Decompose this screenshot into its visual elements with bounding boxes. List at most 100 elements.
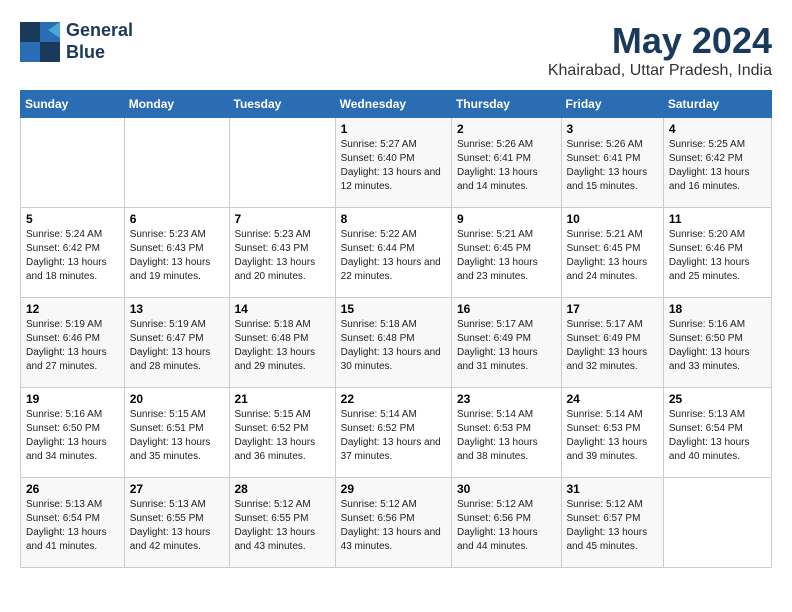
day-info: Sunrise: 5:16 AMSunset: 6:50 PMDaylight:… [26, 409, 107, 462]
title-area: May 2024 Khairabad, Uttar Pradesh, India [548, 20, 772, 80]
calendar-week-row: 26Sunrise: 5:13 AMSunset: 6:54 PMDayligh… [21, 478, 772, 568]
calendar-cell: 12 Sunrise: 5:19 AMSunset: 6:46 PMDayligh… [21, 298, 125, 388]
day-info: Sunrise: 5:23 AMSunset: 6:43 PMDaylight:… [130, 229, 211, 282]
day-info: Sunrise: 5:21 AMSunset: 6:45 PMDaylight:… [457, 229, 538, 282]
day-number: 11 [669, 212, 766, 226]
calendar-cell: 21Sunrise: 5:15 AMSunset: 6:52 PMDayligh… [229, 388, 335, 478]
day-info: Sunrise: 5:22 AMSunset: 6:44 PMDaylight:… [341, 229, 441, 282]
calendar-week-row: 1Sunrise: 5:27 AMSunset: 6:40 PMDaylight… [21, 118, 772, 208]
day-number: 2 [457, 122, 556, 136]
calendar-cell [21, 118, 125, 208]
day-info: Sunrise: 5:14 AMSunset: 6:52 PMDaylight:… [341, 409, 441, 462]
day-number: 16 [457, 302, 556, 316]
logo-line2: Blue [66, 42, 105, 62]
main-title: May 2024 [548, 20, 772, 62]
day-info: Sunrise: 5:18 AMSunset: 6:48 PMDaylight:… [341, 319, 441, 372]
calendar-cell: 23 Sunrise: 5:14 AMSunset: 6:53 PMDayligh… [451, 388, 561, 478]
day-info: Sunrise: 5:17 AMSunset: 6:49 PMDaylight:… [457, 319, 538, 372]
day-info: Sunrise: 5:19 AMSunset: 6:47 PMDaylight:… [130, 319, 211, 372]
day-info: Sunrise: 5:19 AMSunset: 6:46 PMDaylight:… [26, 319, 107, 372]
calendar-cell: 19 Sunrise: 5:16 AMSunset: 6:50 PMDayligh… [21, 388, 125, 478]
calendar-cell: 30Sunrise: 5:12 AMSunset: 6:56 PMDayligh… [451, 478, 561, 568]
day-number: 24 [567, 392, 658, 406]
day-info: Sunrise: 5:26 AMSunset: 6:41 PMDaylight:… [567, 139, 648, 192]
calendar-body: 1Sunrise: 5:27 AMSunset: 6:40 PMDaylight… [21, 118, 772, 568]
day-number: 6 [130, 212, 224, 226]
calendar-cell: 27 Sunrise: 5:13 AMSunset: 6:55 PMDayligh… [124, 478, 229, 568]
day-info: Sunrise: 5:26 AMSunset: 6:41 PMDaylight:… [457, 139, 538, 192]
calendar-cell: 5 Sunrise: 5:24 AMSunset: 6:42 PMDaylight… [21, 208, 125, 298]
calendar-cell: 11 Sunrise: 5:20 AMSunset: 6:46 PMDayligh… [663, 208, 771, 298]
calendar-cell [229, 118, 335, 208]
calendar-cell: 20 Sunrise: 5:15 AMSunset: 6:51 PMDayligh… [124, 388, 229, 478]
day-number: 8 [341, 212, 446, 226]
day-number: 26 [26, 482, 119, 496]
logo-icon [20, 22, 60, 62]
calendar-table: Sunday Monday Tuesday Wednesday Thursday… [20, 90, 772, 568]
day-info: Sunrise: 5:15 AMSunset: 6:52 PMDaylight:… [235, 409, 316, 462]
calendar-cell: 16 Sunrise: 5:17 AMSunset: 6:49 PMDayligh… [451, 298, 561, 388]
day-info: Sunrise: 5:13 AMSunset: 6:54 PMDaylight:… [669, 409, 750, 462]
header-sunday: Sunday [21, 91, 125, 118]
calendar-cell: 15Sunrise: 5:18 AMSunset: 6:48 PMDayligh… [335, 298, 451, 388]
day-info: Sunrise: 5:25 AMSunset: 6:42 PMDaylight:… [669, 139, 750, 192]
day-number: 22 [341, 392, 446, 406]
day-info: Sunrise: 5:15 AMSunset: 6:51 PMDaylight:… [130, 409, 211, 462]
calendar-cell: 28 Sunrise: 5:12 AMSunset: 6:55 PMDayligh… [229, 478, 335, 568]
calendar-week-row: 5 Sunrise: 5:24 AMSunset: 6:42 PMDaylight… [21, 208, 772, 298]
calendar-cell: 17 Sunrise: 5:17 AMSunset: 6:49 PMDayligh… [561, 298, 663, 388]
day-number: 1 [341, 122, 446, 136]
calendar-cell: 4 Sunrise: 5:25 AMSunset: 6:42 PMDaylight… [663, 118, 771, 208]
day-number: 10 [567, 212, 658, 226]
day-number: 20 [130, 392, 224, 406]
calendar-cell: 10 Sunrise: 5:21 AMSunset: 6:45 PMDayligh… [561, 208, 663, 298]
day-info: Sunrise: 5:20 AMSunset: 6:46 PMDaylight:… [669, 229, 750, 282]
header-friday: Friday [561, 91, 663, 118]
day-number: 17 [567, 302, 658, 316]
calendar-cell: 26Sunrise: 5:13 AMSunset: 6:54 PMDayligh… [21, 478, 125, 568]
calendar-cell: 8 Sunrise: 5:22 AMSunset: 6:44 PMDaylight… [335, 208, 451, 298]
day-number: 23 [457, 392, 556, 406]
day-number: 18 [669, 302, 766, 316]
day-info: Sunrise: 5:12 AMSunset: 6:57 PMDaylight:… [567, 499, 648, 552]
day-info: Sunrise: 5:14 AMSunset: 6:53 PMDaylight:… [567, 409, 648, 462]
day-number: 31 [567, 482, 658, 496]
day-info: Sunrise: 5:12 AMSunset: 6:56 PMDaylight:… [341, 499, 441, 552]
day-number: 28 [235, 482, 330, 496]
day-number: 14 [235, 302, 330, 316]
day-info: Sunrise: 5:21 AMSunset: 6:45 PMDaylight:… [567, 229, 648, 282]
calendar-cell: 31 Sunrise: 5:12 AMSunset: 6:57 PMDayligh… [561, 478, 663, 568]
page-header: General Blue May 2024 Khairabad, Uttar P… [20, 20, 772, 80]
day-info: Sunrise: 5:16 AMSunset: 6:50 PMDaylight:… [669, 319, 750, 372]
header-tuesday: Tuesday [229, 91, 335, 118]
day-info: Sunrise: 5:12 AMSunset: 6:55 PMDaylight:… [235, 499, 316, 552]
day-number: 19 [26, 392, 119, 406]
calendar-cell [663, 478, 771, 568]
day-info: Sunrise: 5:14 AMSunset: 6:53 PMDaylight:… [457, 409, 538, 462]
weekday-header-row: Sunday Monday Tuesday Wednesday Thursday… [21, 91, 772, 118]
header-saturday: Saturday [663, 91, 771, 118]
day-number: 3 [567, 122, 658, 136]
day-number: 4 [669, 122, 766, 136]
header-monday: Monday [124, 91, 229, 118]
day-number: 5 [26, 212, 119, 226]
day-number: 12 [26, 302, 119, 316]
logo-text: General Blue [66, 20, 133, 63]
header-thursday: Thursday [451, 91, 561, 118]
day-number: 30 [457, 482, 556, 496]
calendar-week-row: 12 Sunrise: 5:19 AMSunset: 6:46 PMDayligh… [21, 298, 772, 388]
day-number: 27 [130, 482, 224, 496]
logo-line1: General [66, 20, 133, 40]
calendar-cell: 2 Sunrise: 5:26 AMSunset: 6:41 PMDaylight… [451, 118, 561, 208]
calendar-cell: 18 Sunrise: 5:16 AMSunset: 6:50 PMDayligh… [663, 298, 771, 388]
sub-title: Khairabad, Uttar Pradesh, India [548, 62, 772, 80]
calendar-cell: 24 Sunrise: 5:14 AMSunset: 6:53 PMDayligh… [561, 388, 663, 478]
day-info: Sunrise: 5:23 AMSunset: 6:43 PMDaylight:… [235, 229, 316, 282]
day-info: Sunrise: 5:13 AMSunset: 6:55 PMDaylight:… [130, 499, 211, 552]
day-info: Sunrise: 5:17 AMSunset: 6:49 PMDaylight:… [567, 319, 648, 372]
calendar-cell [124, 118, 229, 208]
calendar-header: Sunday Monday Tuesday Wednesday Thursday… [21, 91, 772, 118]
calendar-cell: 7Sunrise: 5:23 AMSunset: 6:43 PMDaylight… [229, 208, 335, 298]
day-info: Sunrise: 5:24 AMSunset: 6:42 PMDaylight:… [26, 229, 107, 282]
calendar-cell: 22 Sunrise: 5:14 AMSunset: 6:52 PMDayligh… [335, 388, 451, 478]
